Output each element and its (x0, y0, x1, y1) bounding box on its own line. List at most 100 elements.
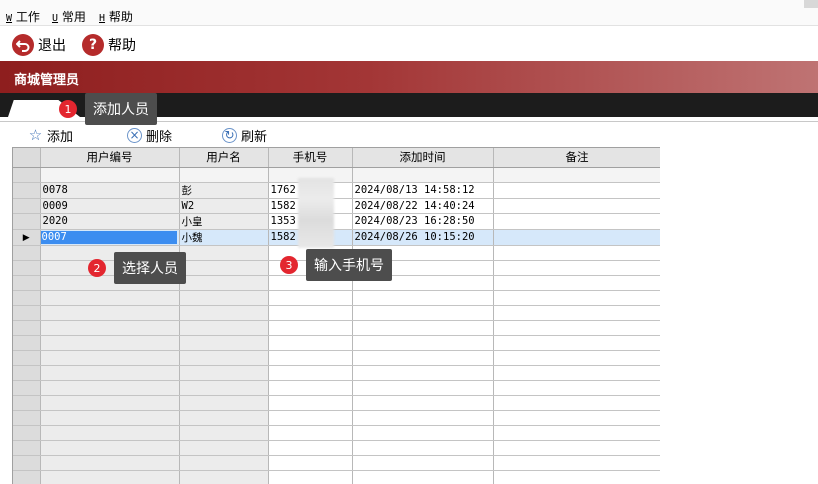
user-grid[interactable]: 用户编号 用户名 手机号 添加时间 备注 0078 彭 1762 2024/08… (12, 147, 660, 484)
empty-cell (268, 425, 353, 441)
question-icon: ? (82, 34, 104, 56)
help-button[interactable]: ? 帮助 (82, 34, 136, 56)
empty-cell (493, 395, 660, 411)
exit-label: 退出 (38, 38, 66, 54)
cell-time[interactable]: 2024/08/23 16:28:50 (352, 213, 494, 230)
cell-note[interactable] (493, 229, 660, 246)
table-row[interactable]: 0009 W2 1582 2024/08/22 14:40:24 (13, 198, 660, 214)
empty-row (13, 470, 660, 484)
cell-time[interactable]: 2024/08/22 14:40:24 (352, 198, 494, 214)
menu-work-label: 工作 (15, 10, 40, 24)
empty-cell (179, 275, 269, 291)
empty-cell (40, 470, 180, 484)
add-button[interactable]: ☆ 添加 (28, 126, 73, 145)
column-header-id[interactable]: 用户编号 (40, 148, 180, 168)
empty-cell (179, 440, 269, 456)
empty-cell (40, 455, 180, 471)
empty-cell (268, 440, 353, 456)
filter-cell[interactable] (493, 167, 660, 183)
cell-note[interactable] (493, 182, 660, 199)
column-header-phone[interactable]: 手机号 (268, 148, 353, 168)
empty-cell (352, 470, 494, 484)
row-header (13, 335, 41, 351)
menu-work-hotkey: W (6, 13, 13, 24)
empty-cell (493, 410, 660, 426)
cell-time[interactable]: 2024/08/13 14:58:12 (352, 182, 494, 199)
row-header (13, 410, 41, 426)
empty-cell (40, 395, 180, 411)
table-row-selected[interactable]: ▶ 0007 小魏 1582 2024/08/26 10:15:20 (13, 229, 660, 246)
empty-cell (352, 320, 494, 336)
callout-text: 选择人员 (114, 252, 186, 284)
empty-cell (493, 290, 660, 306)
close-circle-icon: × (127, 127, 142, 143)
filter-cell[interactable] (352, 167, 494, 183)
column-header-note[interactable]: 备注 (493, 148, 660, 168)
empty-cell (352, 425, 494, 441)
filter-cell[interactable] (179, 167, 269, 183)
app-window: W 工作 U 常用 H 帮助 退出 ? 帮助 商城管理员 ☆ 添加 × 删除 ↻… (0, 0, 818, 484)
empty-cell (179, 335, 269, 351)
cell-note[interactable] (493, 213, 660, 230)
callout-text: 添加人员 (85, 93, 157, 125)
row-header (13, 275, 41, 291)
filter-cell[interactable] (40, 167, 180, 183)
menu-work[interactable]: W 工作 (6, 8, 40, 25)
empty-cell (493, 260, 660, 276)
menu-common[interactable]: U 常用 (52, 8, 86, 25)
empty-row (13, 335, 660, 351)
callout-badge: 1 (59, 100, 77, 118)
menu-common-hotkey: U (52, 13, 59, 24)
refresh-label: 刷新 (241, 129, 268, 145)
empty-cell (268, 365, 353, 381)
column-header-time[interactable]: 添加时间 (352, 148, 494, 168)
empty-cell (179, 320, 269, 336)
callout-select-person: 2 选择人员 (88, 252, 186, 284)
cell-name[interactable]: 彭 (179, 182, 269, 199)
empty-cell (40, 410, 180, 426)
callout-badge: 2 (88, 259, 106, 277)
cell-id[interactable]: 0007 (40, 229, 180, 246)
cell-note[interactable] (493, 198, 660, 214)
empty-cell (268, 320, 353, 336)
main-toolbar: 退出 ? 帮助 (0, 26, 818, 61)
empty-row (13, 440, 660, 456)
empty-row (13, 410, 660, 426)
empty-cell (179, 470, 269, 484)
empty-row (13, 395, 660, 411)
header-row: 用户编号 用户名 手机号 添加时间 备注 (13, 148, 660, 168)
delete-label: 删除 (146, 129, 173, 145)
row-header (13, 198, 41, 214)
cell-id[interactable]: 2020 (40, 213, 180, 230)
empty-cell (179, 365, 269, 381)
empty-cell (493, 470, 660, 484)
delete-button[interactable]: × 删除 (127, 126, 173, 145)
exit-button[interactable]: 退出 (12, 34, 66, 56)
empty-cell (352, 365, 494, 381)
cell-id[interactable]: 0078 (40, 182, 180, 199)
empty-cell (40, 335, 180, 351)
cell-time[interactable]: 2024/08/26 10:15:20 (352, 229, 494, 246)
row-header (13, 365, 41, 381)
menu-help[interactable]: H 帮助 (99, 8, 133, 25)
phone-redaction (298, 178, 334, 248)
row-header (13, 320, 41, 336)
table-row[interactable]: 0078 彭 1762 2024/08/13 14:58:12 (13, 182, 660, 199)
row-header (13, 350, 41, 366)
empty-cell (352, 455, 494, 471)
row-header (13, 395, 41, 411)
cell-id[interactable]: 0009 (40, 198, 180, 214)
column-header-name[interactable]: 用户名 (179, 148, 269, 168)
empty-cell (268, 350, 353, 366)
row-header (13, 470, 41, 484)
table-row[interactable]: 2020 小皇 1353 2024/08/23 16:28:50 (13, 213, 660, 230)
empty-cell (493, 275, 660, 291)
cell-name[interactable]: 小皇 (179, 213, 269, 230)
empty-cell (179, 260, 269, 276)
refresh-button[interactable]: ↻ 刷新 (222, 126, 268, 145)
empty-cell (40, 305, 180, 321)
empty-cell (352, 440, 494, 456)
cell-name[interactable]: W2 (179, 198, 269, 214)
empty-cell (493, 365, 660, 381)
cell-name[interactable]: 小魏 (179, 229, 269, 246)
